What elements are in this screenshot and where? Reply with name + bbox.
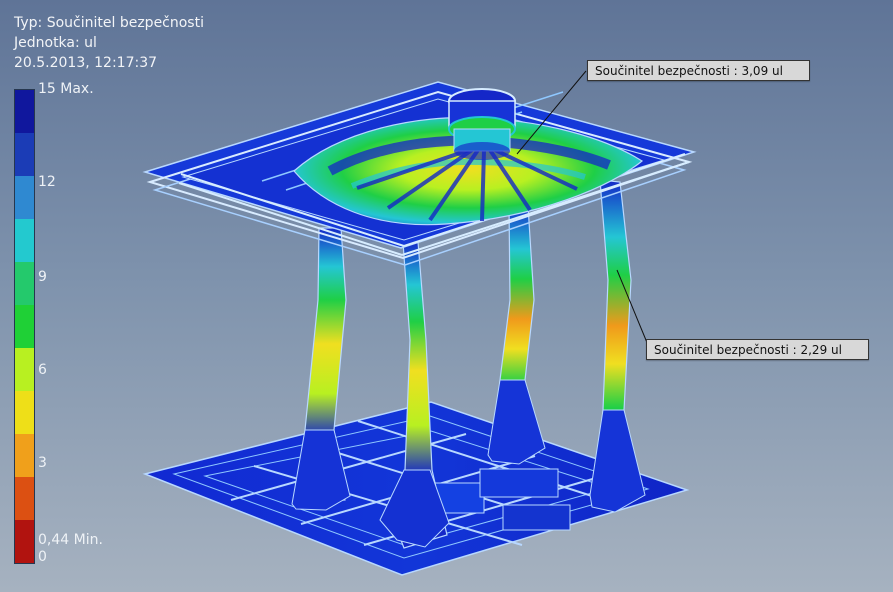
leg-front-right — [589, 179, 646, 513]
annotation-side[interactable]: Součinitel bezpečnosti : 2,29 ul — [646, 339, 869, 360]
leg-front-left — [379, 241, 450, 549]
analysis-viewport[interactable]: Typ: Součinitel bezpečnosti Jednotka: ul… — [0, 0, 893, 592]
leg-back-left — [291, 227, 351, 511]
fea-model[interactable] — [0, 0, 893, 592]
annotation-top[interactable]: Součinitel bezpečnosti : 3,09 ul — [587, 60, 810, 81]
top-nozzle — [448, 88, 516, 160]
leg-back-right — [487, 203, 546, 465]
